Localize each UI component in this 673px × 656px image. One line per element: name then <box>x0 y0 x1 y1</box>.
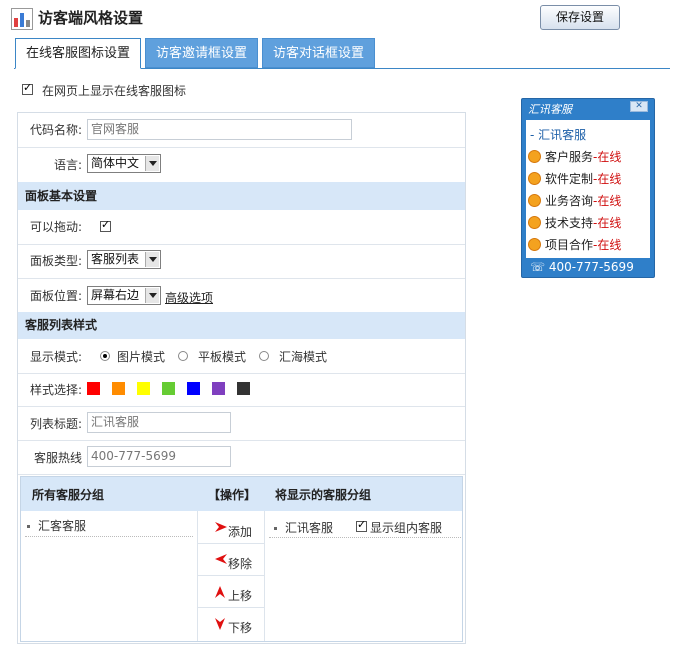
panel-type-select[interactable]: 客服列表 <box>87 250 161 269</box>
show-icon-label: 在网页上显示在线客服图标 <box>42 84 187 98</box>
huihai-mode-label: 汇海模式 <box>279 350 328 364</box>
service-panel-preview: 汇讯客服 ✕ - 汇讯客服 客户服务-在线 软件定制-在线 业务咨询-在线 技术… <box>521 98 655 278</box>
draggable-checkbox[interactable] <box>100 218 111 232</box>
move-up-button[interactable]: 上移 <box>198 576 264 608</box>
move-down-button[interactable]: 下移 <box>198 608 264 640</box>
chevron-down-icon <box>145 156 159 171</box>
group-name: 汇客客服 <box>38 519 87 533</box>
all-groups-header: 所有客服分组 <box>32 488 105 502</box>
list-title-label: 列表标题: <box>29 417 82 431</box>
panel-type-value: 客服列表 <box>91 252 140 266</box>
color-swatch[interactable] <box>162 382 175 395</box>
chevron-down-icon <box>145 252 159 267</box>
show-icon-checkbox[interactable] <box>22 81 33 95</box>
tab-invite-settings[interactable]: 访客邀请框设置 <box>145 38 258 68</box>
arrow-down-icon <box>215 618 225 630</box>
color-swatch[interactable] <box>137 382 150 395</box>
language-select[interactable]: 简体中文 <box>87 154 161 173</box>
preview-body: - 汇讯客服 客户服务-在线 软件定制-在线 业务咨询-在线 技术支持-在线 项… <box>526 120 650 258</box>
ops-header: 【操作】 <box>208 488 257 502</box>
language-label: 语言: <box>53 158 82 172</box>
radio-image-mode[interactable] <box>100 351 110 361</box>
list-style-section: 客服列表样式 <box>18 312 465 339</box>
list-title-input[interactable]: 汇讯客服 <box>87 412 231 433</box>
list-item[interactable]: 汇客客服 <box>27 517 86 534</box>
list-item[interactable]: 项目合作-在线 <box>528 236 621 253</box>
color-swatch[interactable] <box>87 382 100 395</box>
list-item[interactable]: 软件定制-在线 <box>528 170 621 187</box>
panel-type-label: 面板类型: <box>29 254 82 268</box>
flat-mode-label: 平板模式 <box>198 350 247 364</box>
preview-title: 汇讯客服 <box>528 103 572 116</box>
smiley-icon <box>528 216 541 229</box>
smiley-icon <box>528 194 541 207</box>
radio-huihai-mode[interactable] <box>259 351 269 361</box>
code-name-label: 代码名称: <box>29 123 82 137</box>
panel-position-value: 屏幕右边 <box>91 288 140 302</box>
add-button[interactable]: 添加 <box>198 512 264 544</box>
style-select-label: 样式选择: <box>29 383 82 397</box>
color-swatch[interactable] <box>237 382 250 395</box>
panel-position-label: 面板位置: <box>29 289 82 303</box>
close-icon[interactable]: ✕ <box>630 101 648 112</box>
arrow-up-icon <box>215 586 225 598</box>
list-item[interactable]: 汇讯客服 <box>274 519 333 536</box>
color-swatch[interactable] <box>112 382 125 395</box>
show-members-label: 显示组内客服 <box>370 521 443 535</box>
advanced-options-link[interactable]: 高级选项 <box>165 289 213 306</box>
smiley-icon <box>528 150 541 163</box>
hotline-label: 客服热线 <box>33 451 82 465</box>
page-title: 访客端风格设置 <box>38 9 144 27</box>
chevron-down-icon <box>145 288 159 303</box>
draggable-label: 可以拖动: <box>29 220 82 234</box>
color-swatch[interactable] <box>187 382 200 395</box>
tab-dialog-settings[interactable]: 访客对话框设置 <box>262 38 375 68</box>
chart-icon <box>11 8 33 30</box>
save-button[interactable]: 保存设置 <box>540 5 620 30</box>
radio-flat-mode[interactable] <box>178 351 188 361</box>
arrow-right-icon <box>215 522 227 532</box>
panel-position-select[interactable]: 屏幕右边 <box>87 286 161 305</box>
show-members-checkbox[interactable] <box>356 518 367 532</box>
panel-basic-section: 面板基本设置 <box>18 182 465 210</box>
preview-phone: ☏ 400-777-5699 <box>530 260 634 274</box>
language-value: 简体中文 <box>91 156 140 170</box>
hotline-input[interactable]: 400-777-5699 <box>87 446 231 467</box>
code-name-input[interactable]: 官网客服 <box>87 119 352 140</box>
group-panel: 所有客服分组 【操作】 将显示的客服分组 汇客客服 添加 移除 上移 下移 汇讯… <box>20 476 463 642</box>
display-mode-label: 显示模式: <box>29 350 82 364</box>
color-swatch[interactable] <box>212 382 225 395</box>
shown-groups-header: 将显示的客服分组 <box>275 488 372 502</box>
list-item[interactable]: 技术支持-在线 <box>528 214 621 231</box>
list-item[interactable]: 客户服务-在线 <box>528 148 621 165</box>
remove-button[interactable]: 移除 <box>198 544 264 576</box>
preview-heading: - 汇讯客服 <box>530 128 587 142</box>
shown-group-name: 汇讯客服 <box>285 521 334 535</box>
image-mode-label: 图片模式 <box>117 350 166 364</box>
arrow-left-icon <box>215 554 227 564</box>
list-item[interactable]: 业务咨询-在线 <box>528 192 621 209</box>
smiley-icon <box>528 172 541 185</box>
smiley-icon <box>528 238 541 251</box>
tab-icon-settings[interactable]: 在线客服图标设置 <box>15 38 141 69</box>
